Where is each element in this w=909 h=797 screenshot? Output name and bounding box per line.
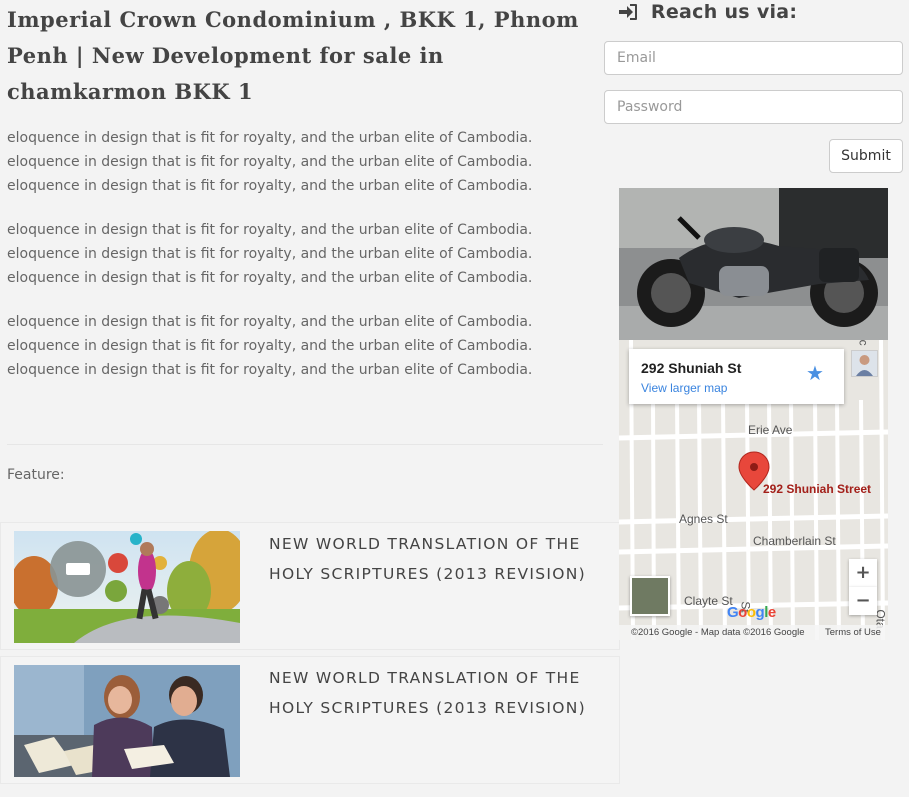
page-title: Imperial Crown Condominium , BKK 1, Phno… [7,7,579,104]
feature-card[interactable]: NEW WORLD TRANSLATION OF THE HOLY SCRIPT… [0,656,620,784]
street-label: Erie Ave [748,423,793,437]
feature-card[interactable]: NEW WORLD TRANSLATION OF THE HOLY SCRIPT… [0,522,620,650]
zoom-in-button[interactable]: + [849,559,877,587]
submit-button[interactable]: Submit [829,139,903,173]
feature-label: Feature: [7,467,65,483]
street-label: Agnes St [679,512,728,526]
feature-thumbnail-study[interactable] [14,665,240,777]
map-info-card: 292 Shuniah St View larger map ★ [629,349,844,404]
feature-title[interactable]: NEW WORLD TRANSLATION OF THE HOLY SCRIPT… [269,663,609,723]
street-label: Clayte St [684,594,733,608]
map-copyright: ©2016 Google - Map data ©2016 Google [631,627,805,638]
sign-in-icon [618,1,651,23]
description-paragraph: eloquence in design that is fit for roya… [7,314,533,378]
feature-title[interactable]: NEW WORLD TRANSLATION OF THE HOLY SCRIPT… [269,529,609,589]
location-map[interactable]: 292 Shuniah St View larger map ★ Erie Av… [619,340,888,640]
description-paragraph: eloquence in design that is fit for roya… [7,130,533,194]
main-content: Imperial Crown Condominium , BKK 1, Phno… [7,0,603,483]
terms-of-use-link[interactable]: Terms of Use [825,625,881,640]
zoom-out-button[interactable]: − [849,587,877,615]
contact-heading-text: Reach us via: [650,1,798,23]
section-divider [7,444,603,445]
save-star-icon[interactable]: ★ [806,361,824,385]
email-field[interactable] [604,41,903,75]
description-paragraph: eloquence in design that is fit for roya… [7,222,533,286]
map-pin-label: 292 Shuniah Street [763,482,872,496]
feature-thumbnail-jogger[interactable] [14,531,240,643]
motorcycle-photo [619,188,888,340]
street-label: tc [856,340,871,346]
street-label: Chamberlain St [753,534,836,548]
view-larger-map-link[interactable]: View larger map [641,381,727,395]
password-field[interactable] [604,90,903,124]
map-attribution: ©2016 Google - Map data ©2016 Google Ter… [619,625,888,640]
contact-heading: Reach us via: [618,1,797,23]
satellite-toggle[interactable] [630,576,670,616]
map-avatar[interactable] [851,350,878,377]
google-logo: Google [727,604,776,621]
map-address: 292 Shuniah St [641,360,742,376]
